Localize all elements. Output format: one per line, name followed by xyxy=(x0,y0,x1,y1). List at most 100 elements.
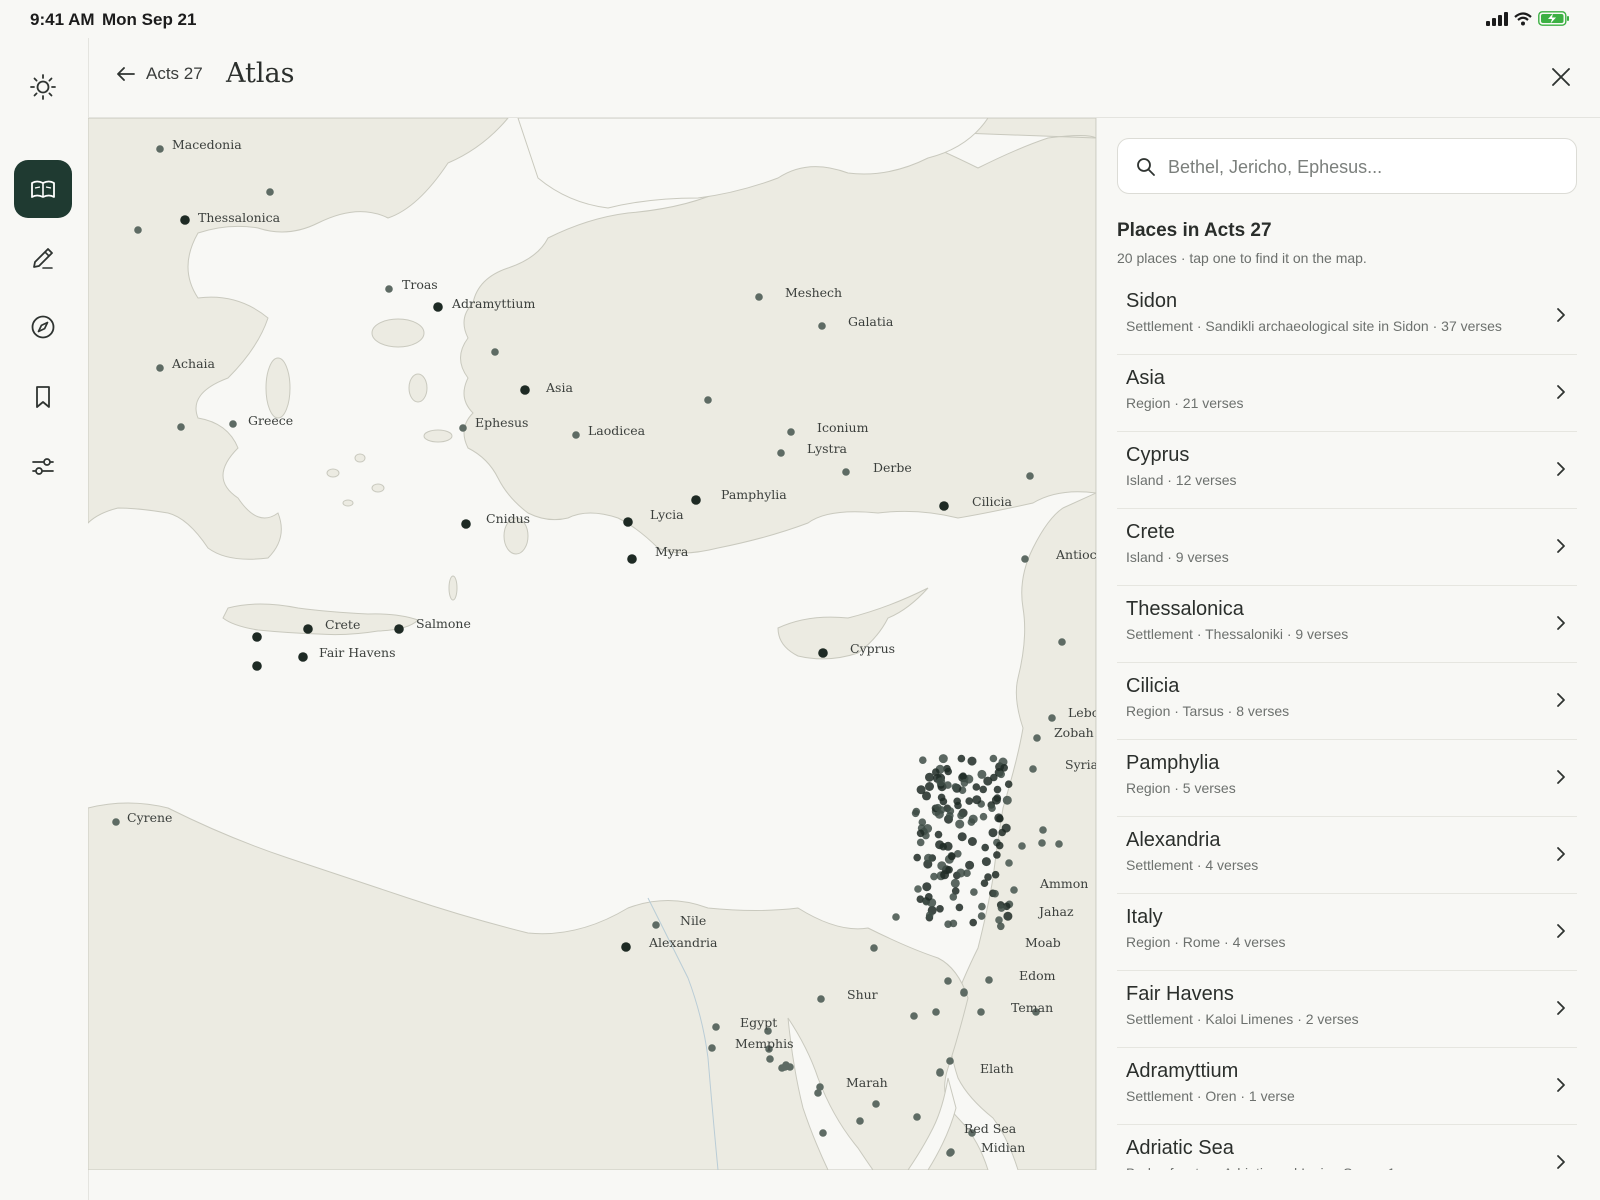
map-pin-cluster[interactable] xyxy=(938,754,948,764)
map-pin-minor[interactable] xyxy=(177,423,185,431)
map-pin-cluster[interactable] xyxy=(996,814,1004,823)
map-pin-cluster[interactable] xyxy=(957,811,965,820)
place-list-item[interactable]: Asia Region · 21 verses xyxy=(1117,355,1577,432)
map-pin-cluster[interactable] xyxy=(967,837,977,846)
map-pin-minor[interactable] xyxy=(459,424,467,432)
map-canvas[interactable]: Macedonia Thessalonica Troas Adramyttium… xyxy=(88,118,1096,1170)
map-pin-cluster[interactable] xyxy=(969,918,977,927)
map-pin-minor[interactable] xyxy=(712,1023,720,1031)
map-pin[interactable] xyxy=(520,385,530,395)
map-pin-minor[interactable] xyxy=(817,995,825,1003)
map-pin-minor[interactable] xyxy=(704,396,712,404)
map-pin-cluster[interactable] xyxy=(913,853,921,862)
map-pin-minor[interactable] xyxy=(932,1008,940,1016)
map-pin-minor[interactable] xyxy=(766,1055,774,1063)
map-pin-cluster[interactable] xyxy=(943,841,953,851)
map-pin-cluster[interactable] xyxy=(1001,823,1011,833)
map-pin-cluster[interactable] xyxy=(1000,764,1008,772)
map-pin-cluster[interactable] xyxy=(997,904,1006,912)
map-pin-cluster[interactable] xyxy=(939,797,948,806)
map-pin-minor[interactable] xyxy=(1018,842,1026,850)
map-pin[interactable] xyxy=(627,554,637,564)
map-pin-cluster[interactable] xyxy=(981,843,989,852)
map-pin-cluster[interactable] xyxy=(977,769,987,779)
map-pin-cluster[interactable] xyxy=(950,878,960,888)
map-pin-cluster[interactable] xyxy=(955,819,965,829)
map-pin-minor[interactable] xyxy=(936,1068,944,1076)
back-button[interactable]: Acts 27 xyxy=(116,64,203,84)
map-pin-cluster[interactable] xyxy=(944,920,952,928)
map-pin-minor[interactable] xyxy=(1033,734,1041,742)
map-pin-cluster[interactable] xyxy=(960,779,969,787)
map-pin-minor[interactable] xyxy=(1055,840,1063,848)
map-pin-cluster[interactable] xyxy=(925,893,933,901)
search-input[interactable] xyxy=(1166,139,1570,195)
place-list-item[interactable]: Thessalonica Settlement · Thessaloniki · … xyxy=(1117,586,1577,663)
map-pin-cluster[interactable] xyxy=(991,870,1000,879)
place-list-item[interactable]: Pamphylia Region · 5 verses xyxy=(1117,740,1577,817)
map-pin-minor[interactable] xyxy=(856,1117,864,1125)
place-list-item[interactable]: Cyprus Island · 12 verses xyxy=(1117,432,1577,509)
map-pin-cluster[interactable] xyxy=(988,828,998,838)
place-list-item[interactable]: Adriatic Sea Body of water · Adriatic and… xyxy=(1117,1125,1577,1170)
map-pin-cluster[interactable] xyxy=(989,754,998,763)
map-pin[interactable] xyxy=(252,661,262,671)
place-list-item[interactable]: Sidon Settlement · Sandikli archaeologica… xyxy=(1117,278,1577,355)
bookmarks-nav-button[interactable] xyxy=(14,368,72,426)
map-pin-cluster[interactable] xyxy=(932,768,940,776)
map-pin-minor[interactable] xyxy=(814,1089,822,1097)
map-pin-minor[interactable] xyxy=(1021,555,1029,563)
reader-nav-button[interactable] xyxy=(14,160,72,218)
map-pin-cluster[interactable] xyxy=(979,812,988,821)
map-pin-minor[interactable] xyxy=(112,818,120,826)
map-pin-cluster[interactable] xyxy=(970,888,978,896)
map-pin-minor[interactable] xyxy=(572,431,580,439)
search-box[interactable] xyxy=(1117,138,1577,195)
map-pin-cluster[interactable] xyxy=(980,879,989,887)
map-pin-minor[interactable] xyxy=(1029,765,1037,773)
place-list-item[interactable]: Crete Island · 9 verses xyxy=(1117,509,1577,586)
map-pin[interactable] xyxy=(461,519,471,529)
map-pin-cluster[interactable] xyxy=(993,851,1001,859)
map-pin-minor[interactable] xyxy=(266,188,274,196)
map-pin-minor[interactable] xyxy=(1058,638,1066,646)
map-pin-minor[interactable] xyxy=(946,1149,954,1157)
map-pin-minor[interactable] xyxy=(946,1057,954,1065)
map-pin[interactable] xyxy=(939,501,949,511)
map-pin-cluster[interactable] xyxy=(978,902,986,911)
map-pin-cluster[interactable] xyxy=(959,772,967,780)
map-pin-cluster[interactable] xyxy=(912,807,921,816)
map-pin-cluster[interactable] xyxy=(979,785,987,794)
settings-nav-button[interactable] xyxy=(14,437,72,495)
map-pin-cluster[interactable] xyxy=(993,785,1002,794)
map-pin[interactable] xyxy=(303,624,313,634)
map-pin-cluster[interactable] xyxy=(951,783,960,791)
map-pin-minor[interactable] xyxy=(156,145,164,153)
map-pin-cluster[interactable] xyxy=(948,852,956,861)
map-pin[interactable] xyxy=(623,517,633,527)
map-pin-cluster[interactable] xyxy=(990,773,998,782)
map-pin-cluster[interactable] xyxy=(967,756,977,766)
map-pin-minor[interactable] xyxy=(818,322,826,330)
map-pin-cluster[interactable] xyxy=(945,866,953,874)
map-pin[interactable] xyxy=(691,495,701,505)
map-pin-cluster[interactable] xyxy=(981,857,991,867)
map-pin-cluster[interactable] xyxy=(997,770,1005,779)
map-pin-cluster[interactable] xyxy=(925,911,934,919)
map-pin-minor[interactable] xyxy=(944,977,952,985)
map-pin-minor[interactable] xyxy=(910,1012,918,1020)
map-pin-minor[interactable] xyxy=(914,885,922,893)
map-pin-cluster[interactable] xyxy=(916,829,925,838)
map-pin[interactable] xyxy=(621,942,631,952)
map-pin-cluster[interactable] xyxy=(924,853,933,863)
map-pin-minor[interactable] xyxy=(755,293,763,301)
map-pin-minor[interactable] xyxy=(977,1008,985,1016)
map-pin-cluster[interactable] xyxy=(972,795,982,805)
place-list-item[interactable]: Fair Havens Settlement · Kaloi Limenes · … xyxy=(1117,971,1577,1048)
map-pin-minor[interactable] xyxy=(985,976,993,984)
map-pin-cluster[interactable] xyxy=(957,832,967,842)
map-pin[interactable] xyxy=(818,648,828,658)
close-icon[interactable] xyxy=(1550,66,1572,88)
map-pin-cluster[interactable] xyxy=(995,841,1004,850)
map-pin-cluster[interactable] xyxy=(946,812,954,820)
